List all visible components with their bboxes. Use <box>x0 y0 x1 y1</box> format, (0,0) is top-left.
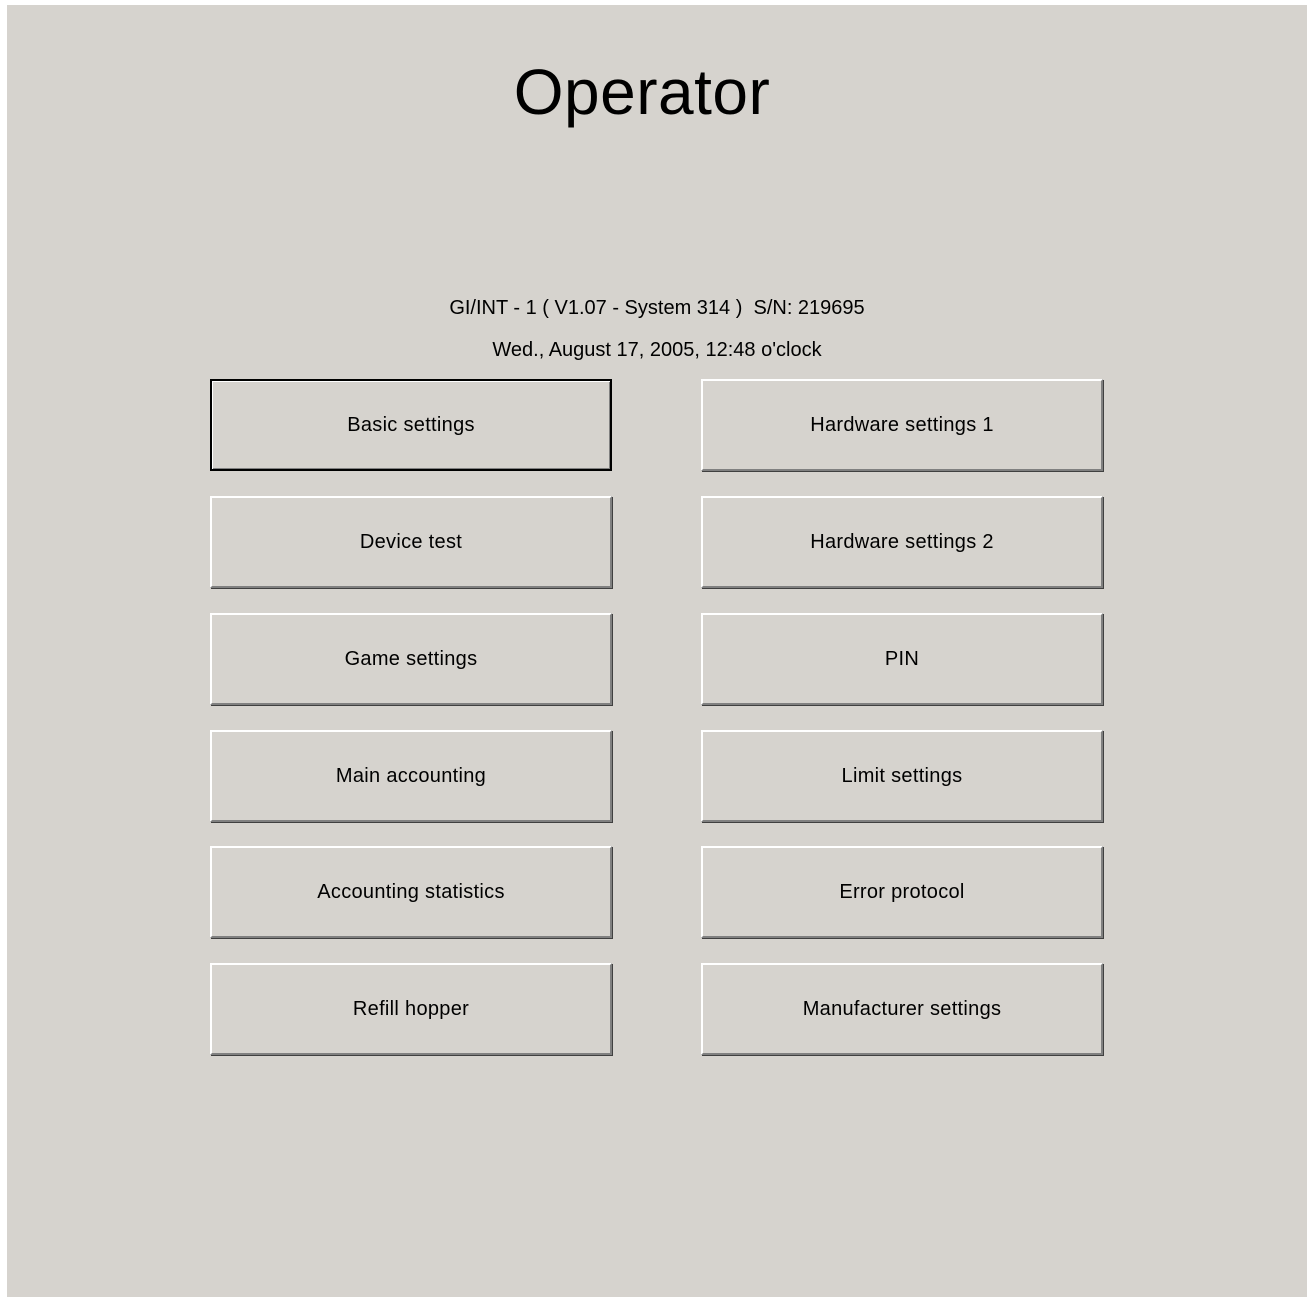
datetime-info: Wed., August 17, 2005, 12:48 o'clock <box>492 339 822 361</box>
pin-button[interactable]: PIN <box>701 613 1103 705</box>
error-protocol-button[interactable]: Error protocol <box>701 846 1103 938</box>
operator-screen: Operator GI/INT - 1 ( V1.07 - System 314… <box>7 5 1307 1297</box>
device-test-button[interactable]: Device test <box>210 496 612 588</box>
limit-settings-button[interactable]: Limit settings <box>701 730 1103 822</box>
hardware-settings-2-button[interactable]: Hardware settings 2 <box>701 496 1103 588</box>
manufacturer-settings-button[interactable]: Manufacturer settings <box>701 963 1103 1055</box>
version-info: GI/INT - 1 ( V1.07 - System 314 ) S/N: 2… <box>449 297 865 319</box>
main-accounting-button[interactable]: Main accounting <box>210 730 612 822</box>
accounting-statistics-button[interactable]: Accounting statistics <box>210 846 612 938</box>
basic-settings-button[interactable]: Basic settings <box>210 379 612 471</box>
hardware-settings-1-button[interactable]: Hardware settings 1 <box>701 379 1103 471</box>
refill-hopper-button[interactable]: Refill hopper <box>210 963 612 1055</box>
page-title: Operator <box>513 56 771 128</box>
game-settings-button[interactable]: Game settings <box>210 613 612 705</box>
